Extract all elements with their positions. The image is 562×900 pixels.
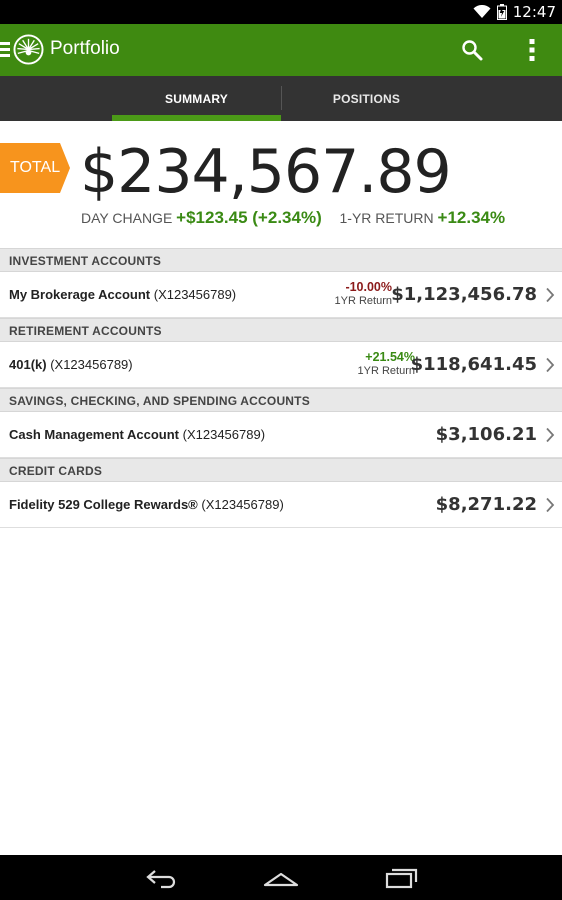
one-year-return-label: 1-YR RETURN — [339, 210, 434, 226]
account-name: Cash Management Account (X123456789) — [9, 427, 266, 442]
chevron-right-icon — [546, 497, 555, 513]
account-name: Fidelity 529 College Rewards® (X12345678… — [9, 497, 284, 512]
account-return: -10.00% 1YR Return — [335, 280, 392, 307]
total-badge-label: TOTAL — [10, 159, 61, 176]
return-percent: -10.00% — [345, 280, 392, 294]
total-badge: TOTAL — [0, 143, 70, 193]
back-icon[interactable] — [143, 866, 179, 890]
section-header-retirement: RETIREMENT ACCOUNTS — [0, 318, 562, 342]
tab-bar: SUMMARY POSITIONS — [0, 76, 562, 121]
account-row-credit-card[interactable]: Fidelity 529 College Rewards® (X12345678… — [0, 482, 562, 528]
chevron-right-icon — [546, 357, 555, 373]
menu-icon[interactable] — [0, 42, 10, 58]
section-header-savings: SAVINGS, CHECKING, AND SPENDING ACCOUNTS — [0, 388, 562, 412]
search-icon[interactable] — [460, 38, 484, 62]
wifi-icon — [473, 5, 491, 18]
system-nav-bar — [0, 855, 562, 900]
section-header-label: CREDIT CARDS — [9, 464, 103, 478]
section-header-credit-cards: CREDIT CARDS — [0, 458, 562, 482]
tab-positions-label: POSITIONS — [332, 91, 401, 106]
account-name: My Brokerage Account (X123456789) — [9, 287, 237, 302]
chevron-right-icon — [546, 287, 555, 303]
return-label: 1YR Return — [357, 365, 415, 377]
section-header-investment: INVESTMENT ACCOUNTS — [0, 248, 562, 272]
tab-positions[interactable]: POSITIONS — [282, 76, 451, 121]
home-icon[interactable] — [263, 866, 299, 890]
account-row-brokerage[interactable]: My Brokerage Account (X123456789) -10.00… — [0, 272, 562, 318]
status-bar: 12:47 — [0, 0, 562, 24]
battery-icon — [496, 4, 507, 20]
status-icons: 12:47 — [473, 0, 556, 24]
section-header-label: SAVINGS, CHECKING, AND SPENDING ACCOUNTS — [9, 394, 310, 408]
tab-summary[interactable]: SUMMARY — [112, 76, 281, 121]
tab-summary-label: SUMMARY — [165, 91, 228, 106]
section-header-label: RETIREMENT ACCOUNTS — [9, 324, 162, 338]
account-row-cash-management[interactable]: Cash Management Account (X123456789) $3,… — [0, 412, 562, 458]
chevron-right-icon — [546, 427, 555, 443]
day-change-label: DAY CHANGE — [81, 210, 173, 226]
tab-selected-indicator — [112, 115, 281, 121]
total-value: $234,567.89 — [80, 137, 452, 207]
account-balance: $8,271.22 — [435, 494, 537, 515]
app-bar: Portfolio — [0, 24, 562, 76]
account-row-401k[interactable]: 401(k) (X123456789) +21.54% 1YR Return $… — [0, 342, 562, 388]
performance-summary: DAY CHANGE +$123.45 (+2.34%) 1-YR RETURN… — [81, 208, 505, 228]
recent-apps-icon[interactable] — [384, 866, 420, 890]
account-balance: $118,641.45 — [410, 354, 537, 375]
day-change-value: +$123.45 (+2.34%) — [176, 208, 322, 227]
section-header-label: INVESTMENT ACCOUNTS — [9, 254, 162, 268]
clock: 12:47 — [512, 3, 556, 21]
account-name: 401(k) (X123456789) — [9, 357, 133, 372]
one-year-return-value: +12.34% — [437, 208, 506, 227]
account-balance: $1,123,456.78 — [391, 284, 537, 305]
overflow-menu-icon[interactable] — [523, 37, 541, 63]
fidelity-logo[interactable] — [13, 34, 44, 65]
return-percent: +21.54% — [365, 350, 415, 364]
return-label: 1YR Return — [334, 295, 392, 307]
page-title: Portfolio — [50, 38, 120, 59]
account-return: +21.54% 1YR Return — [358, 350, 415, 377]
account-balance: $3,106.21 — [435, 424, 537, 445]
